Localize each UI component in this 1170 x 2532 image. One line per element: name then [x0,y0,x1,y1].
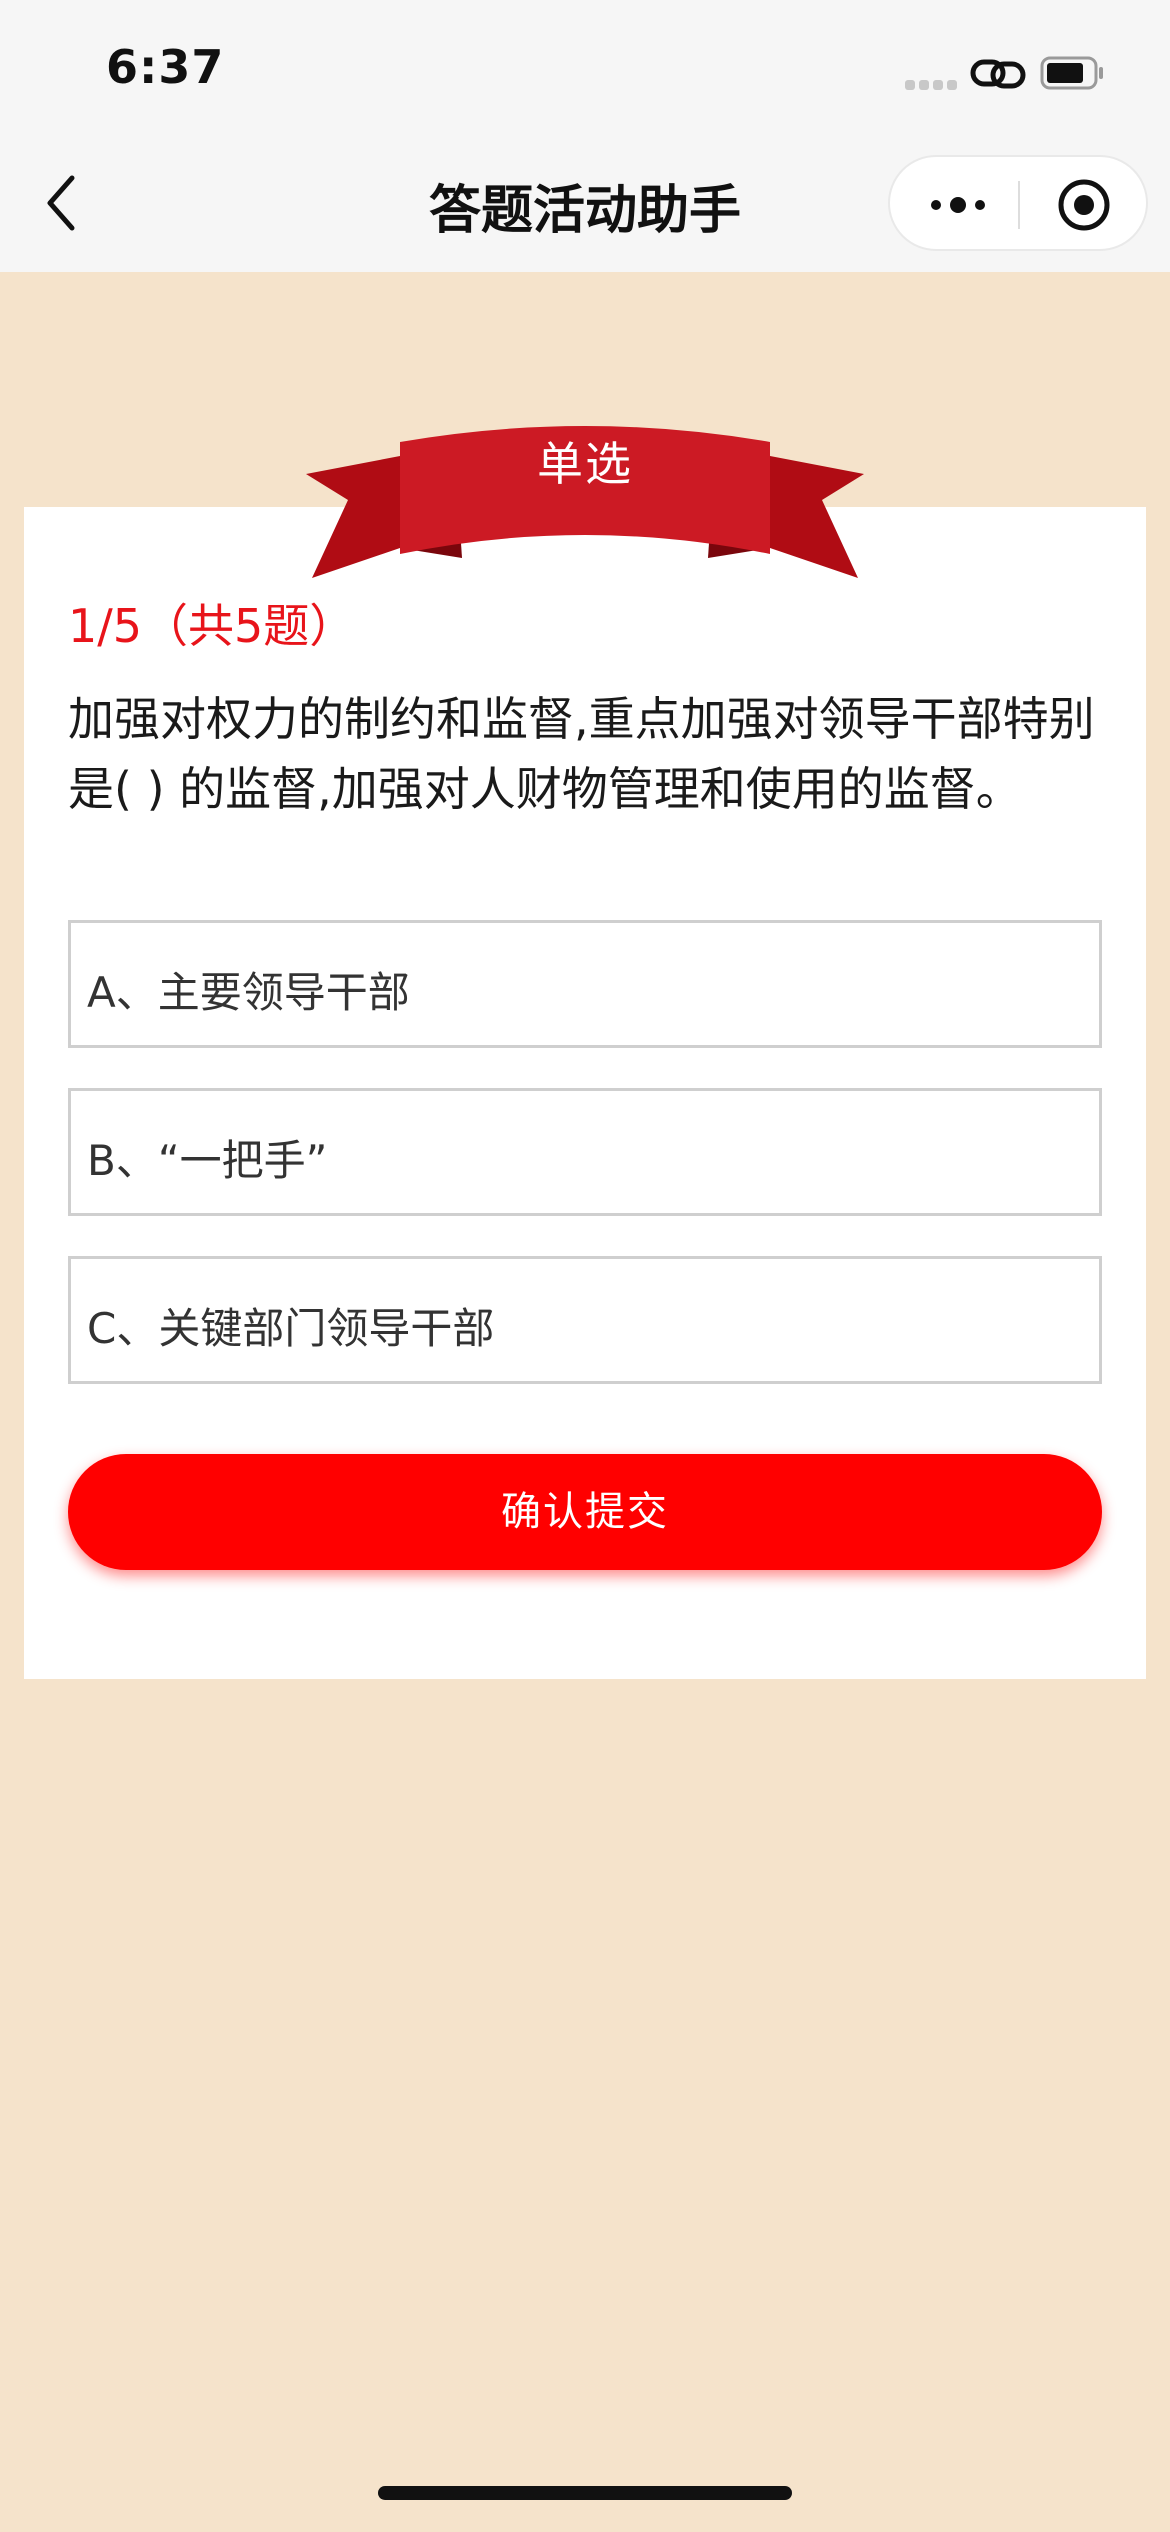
link-icon [970,59,1026,89]
question-text: 加强对权力的制约和监督,重点加强对领导干部特别是( ) 的监督,加强对人财物管理… [68,692,1095,816]
signal-icon [905,80,959,90]
question-progress: 1/5（共5题） [68,599,356,653]
status-bar: 6:37 [0,0,1170,140]
option-label: C、关键部门领导干部 [87,1304,495,1353]
target-icon[interactable] [1056,177,1112,233]
question-type-label: 单选 [537,437,633,491]
option-label: A、主要领导干部 [87,968,410,1017]
menu-capsule [888,155,1148,251]
capsule-divider [1018,181,1020,229]
more-icon[interactable] [928,185,988,225]
option-a[interactable]: A、主要领导干部 [68,920,1102,1048]
submit-button[interactable]: 确认提交 [68,1454,1102,1570]
option-label: B、“一把手” [87,1136,328,1185]
nav-bar: 答题活动助手 [0,140,1170,272]
option-c[interactable]: C、关键部门领导干部 [68,1256,1102,1384]
status-time: 6:37 [106,40,225,94]
option-b[interactable]: B、“一把手” [68,1088,1102,1216]
home-indicator[interactable] [378,2486,792,2500]
battery-icon [1040,56,1103,90]
